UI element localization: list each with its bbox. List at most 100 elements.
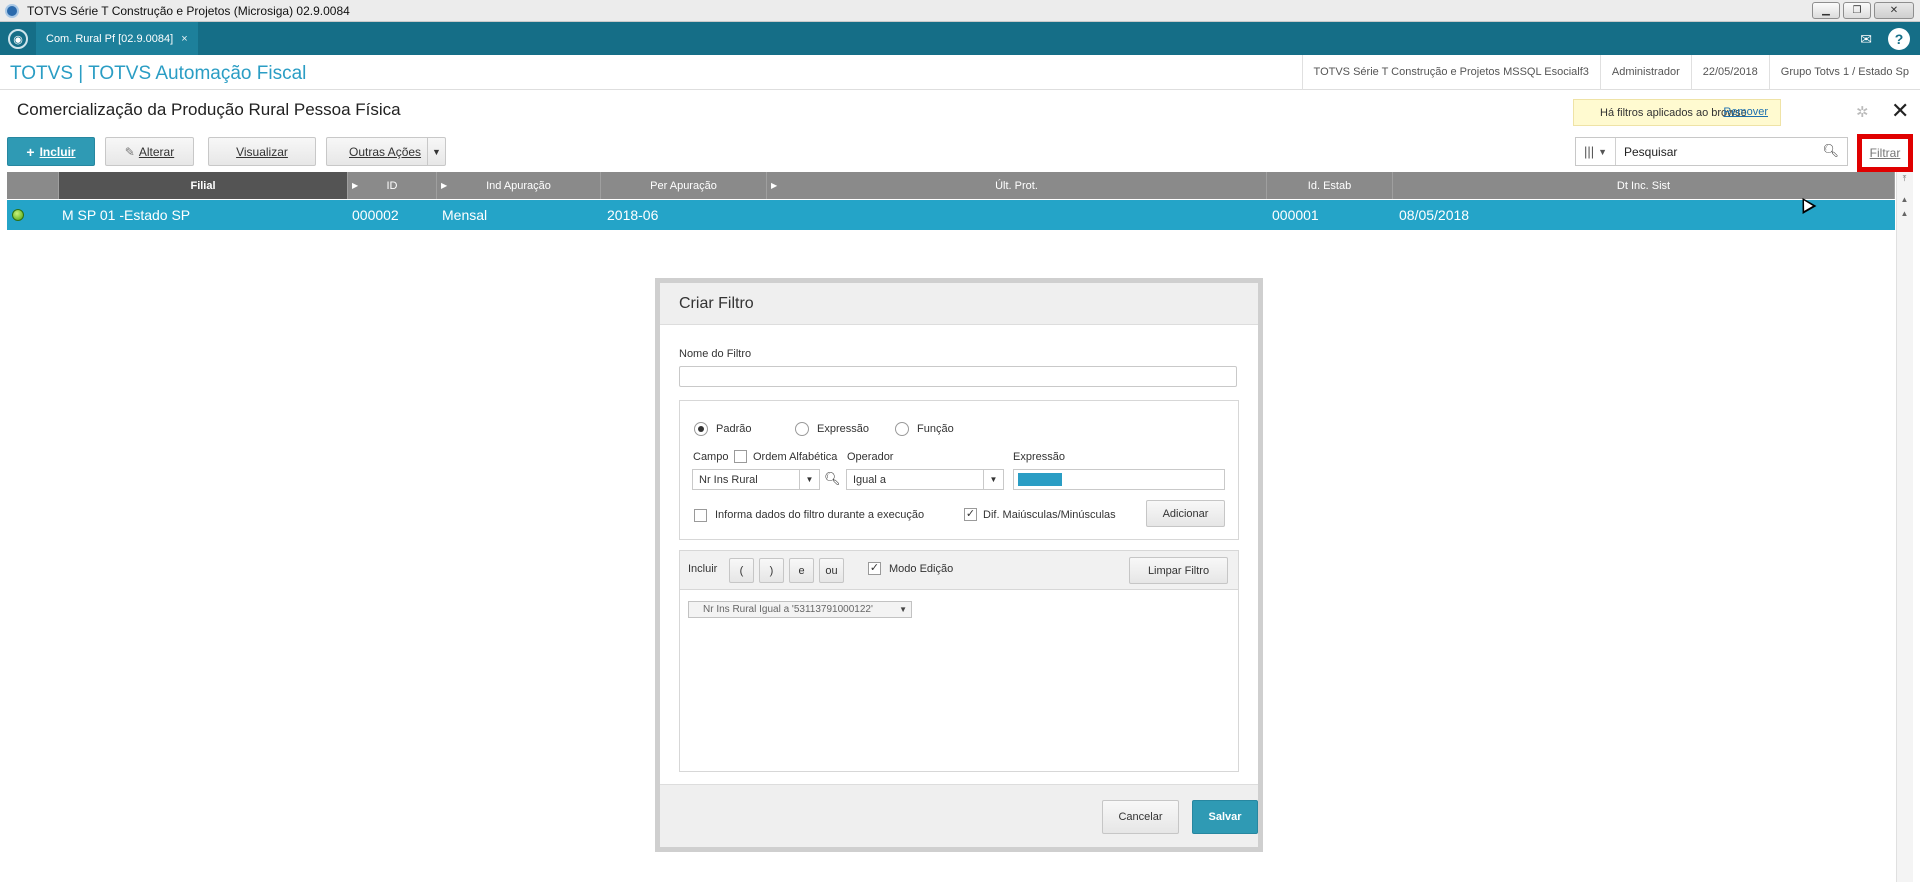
dialog-title: Criar Filtro	[679, 295, 754, 312]
edit-mode-checkbox[interactable]: ✓	[868, 562, 881, 575]
search-bar: |||▼ 🔍︎	[1575, 137, 1848, 166]
field-search-icon[interactable]: 🔍︎	[824, 471, 841, 487]
or-button[interactable]: ou	[819, 558, 844, 583]
table-row[interactable]: M SP 01 -Estado SP 000002 Mensal 2018-06…	[7, 200, 1895, 230]
tab-com-rural[interactable]: Com. Rural Pf [02.9.0084] ×	[36, 22, 198, 55]
close-paren-button[interactable]: )	[759, 558, 784, 583]
alter-button[interactable]: ✎ Alterar	[105, 137, 194, 166]
grid-header: Filial ▶ ID ▶ Ind Apuração Per Apuração ▶ Ú…	[7, 172, 1895, 199]
add-button[interactable]: Adicionar	[1146, 500, 1225, 527]
col-ult-prot-label: Últ. Prot.	[995, 179, 1038, 192]
runtime-input-label: Informa dados do filtro durante a execuç…	[715, 509, 925, 521]
scroll-top-icon[interactable]: ⤒	[1897, 172, 1912, 186]
header-date: 22/05/2018	[1690, 55, 1769, 90]
expressao-input-selection	[1018, 473, 1062, 486]
col-dt-inc-sist[interactable]: Dt Inc. Sist	[1393, 172, 1895, 199]
col-ind-apuracao-label: Ind Apuração	[486, 179, 551, 192]
close-page-icon[interactable]: ✕	[1891, 98, 1909, 124]
search-icon[interactable]: 🔍︎	[1822, 143, 1839, 159]
expression-toolbar: Incluir ( ) e ou ✓ Modo Edição Limpar Fi…	[680, 551, 1238, 590]
cell-ind-apuracao: Mensal	[442, 207, 488, 223]
dialog-header: Criar Filtro	[660, 283, 1258, 325]
filter-definition-panel: Padrão Expressão Função Campo Ordem Alfa…	[679, 400, 1239, 540]
search-input[interactable]	[1624, 144, 1814, 159]
view-button-label: Visualizar	[236, 144, 288, 159]
operador-select[interactable]: Igual a ▼	[846, 469, 1004, 490]
filter-link[interactable]: Filtrar	[1870, 146, 1901, 160]
filter-expression-chip-label: Nr Ins Rural Igual a '53113791000122'	[703, 604, 873, 615]
dialog-footer: Cancelar Salvar	[660, 784, 1258, 847]
radio-expressao[interactable]	[795, 422, 809, 436]
alter-button-label: Alterar	[138, 144, 175, 159]
radio-padrao-label: Padrão	[716, 423, 752, 435]
col-dt-inc-sist-label: Dt Inc. Sist	[1616, 179, 1671, 192]
chevron-down-icon[interactable]: ▼	[427, 138, 445, 165]
restore-button[interactable]: ❐	[1843, 2, 1871, 19]
window-controls: ▁ ❐ ✕	[1812, 2, 1914, 19]
mail-icon[interactable]: ✉	[1860, 31, 1872, 48]
tab-label: Com. Rural Pf [02.9.0084]	[46, 32, 174, 45]
window-close-button[interactable]: ✕	[1874, 2, 1914, 19]
col-ult-prot[interactable]: ▶ Últ. Prot.	[767, 172, 1267, 199]
radio-funcao-label: Função	[917, 423, 954, 435]
edit-mode-label: Modo Edição	[889, 563, 954, 575]
col-id[interactable]: ▶ ID	[348, 172, 437, 199]
window-title: TOTVS Série T Construção e Projetos (Mic…	[27, 3, 350, 18]
col-per-apuracao[interactable]: Per Apuração	[601, 172, 767, 199]
alphabetical-order-checkbox[interactable]	[734, 450, 747, 463]
scroll-up-icon[interactable]: ▲	[1897, 192, 1912, 206]
case-sensitive-checkbox[interactable]: ✓	[964, 508, 977, 521]
include-button[interactable]: + Incluir	[7, 137, 95, 166]
col-id-estab[interactable]: Id. Estab	[1267, 172, 1393, 199]
col-filial[interactable]: Filial	[59, 172, 348, 199]
columns-selector[interactable]: ||| ▼	[1576, 138, 1616, 165]
minimize-button[interactable]: ▁	[1812, 2, 1840, 19]
tab-bar: ◉ Com. Rural Pf [02.9.0084] × ✉ ?	[0, 22, 1920, 55]
include-button-label: Incluir	[39, 144, 76, 159]
scroll-page-up-icon[interactable]: ▲	[1897, 206, 1912, 220]
chevron-down-icon: ▼	[983, 470, 1003, 489]
operador-label: Operador	[847, 451, 894, 463]
radio-padrao[interactable]	[694, 422, 708, 436]
radio-expressao-label: Expressão	[817, 423, 869, 435]
columns-icon: |||	[1583, 144, 1595, 159]
col-filial-label: Filial	[190, 179, 216, 192]
sort-arrow-icon: ▶	[441, 181, 448, 190]
vertical-scrollbar[interactable]: ⤒ ▲ ▲	[1896, 172, 1913, 882]
cell-id-estab: 000001	[1272, 207, 1319, 223]
app-header: TOTVS | TOTVS Automação Fiscal TOTVS Sér…	[0, 55, 1920, 90]
case-sensitive-label: Dif. Maiúsculas/Minúsculas	[983, 509, 1116, 521]
filter-notice: Há filtros aplicados ao browse Remover	[1573, 99, 1781, 126]
save-button[interactable]: Salvar	[1192, 800, 1258, 834]
runtime-input-checkbox[interactable]	[694, 509, 707, 522]
campo-select[interactable]: Nr Ins Rural ▼	[692, 469, 820, 490]
open-paren-button[interactable]: (	[729, 558, 754, 583]
other-actions-button[interactable]: Outras Ações ▼	[326, 137, 446, 166]
sort-arrow-icon: ▶	[352, 181, 359, 190]
col-ind-apuracao[interactable]: ▶ Ind Apuração	[437, 172, 601, 199]
chevron-down-icon[interactable]: ▼	[899, 605, 907, 614]
campo-select-value: Nr Ins Rural	[699, 473, 758, 486]
cancel-button[interactable]: Cancelar	[1102, 800, 1179, 834]
cell-dt-inc-sist: 08/05/2018	[1399, 207, 1470, 223]
filter-expression-chip[interactable]: Nr Ins Rural Igual a '53113791000122' ▼	[688, 601, 912, 618]
view-button[interactable]: Visualizar	[208, 137, 316, 166]
settings-gear-icon[interactable]: ✲	[1856, 103, 1869, 121]
cell-filial: M SP 01 -Estado SP	[62, 207, 191, 223]
cell-per-apuracao: 2018-06	[607, 207, 659, 223]
remove-filter-link[interactable]: Remover	[1723, 106, 1768, 118]
filter-name-input[interactable]	[679, 366, 1237, 387]
help-icon[interactable]: ?	[1888, 28, 1910, 50]
radio-funcao[interactable]	[895, 422, 909, 436]
brand-title: TOTVS | TOTVS Automação Fiscal	[10, 63, 307, 84]
filter-name-label: Nome do Filtro	[679, 348, 752, 360]
operador-select-value: Igual a	[853, 473, 887, 486]
header-info: TOTVS Série T Construção e Projetos MSSQ…	[1301, 55, 1920, 90]
tab-close-icon[interactable]: ×	[181, 33, 187, 45]
filter-link-highlight: Filtrar	[1857, 134, 1913, 172]
expression-area: Nr Ins Rural Igual a '53113791000122' ▼	[680, 590, 1238, 771]
home-icon[interactable]: ◉	[8, 29, 28, 49]
clear-filter-button[interactable]: Limpar Filtro	[1129, 557, 1228, 584]
expressao-input[interactable]	[1013, 469, 1225, 490]
and-button[interactable]: e	[789, 558, 814, 583]
